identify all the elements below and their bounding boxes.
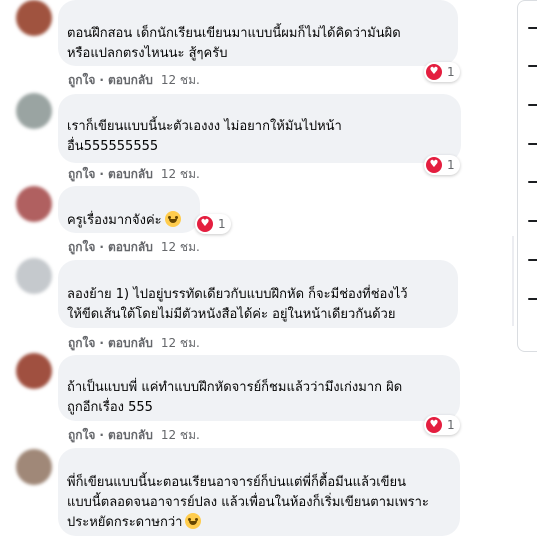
separator-dot: · xyxy=(99,167,104,181)
commenter-avatar[interactable] xyxy=(16,449,52,485)
heart-reaction-icon: ♥ xyxy=(197,216,213,232)
comment-text: ประหยัดกระดาษกว่า xyxy=(67,515,183,530)
reaction-count: 1 xyxy=(218,217,226,231)
separator-dot: · xyxy=(99,240,104,254)
reply-link[interactable]: ตอบกลับ xyxy=(108,426,153,445)
comment-feed: ตอนฝึกสอน เด็กนักเรียนเขียนมาแบบนี้ผมก็ไ… xyxy=(0,0,500,536)
reaction-count: 1 xyxy=(447,418,455,432)
like-link[interactable]: ถูกใจ xyxy=(68,165,95,184)
comment-time[interactable]: 12 ชม. xyxy=(161,71,200,90)
reply-link[interactable]: ตอบกลับ xyxy=(108,334,153,353)
comment-text-line: ประหยัดกระดาษกว่า xyxy=(67,513,202,533)
reaction-badge[interactable]: ♥ 1 xyxy=(195,214,231,234)
commenter-avatar[interactable] xyxy=(16,0,52,36)
comment-actions: ถูกใจ · ตอบกลับ 12 ชม. xyxy=(68,71,200,90)
laughing-face-emoji-icon xyxy=(185,513,202,529)
comment-time[interactable]: 12 ชม. xyxy=(161,334,200,353)
like-link[interactable]: ถูกใจ xyxy=(68,426,95,445)
side-panel xyxy=(517,0,537,352)
like-link[interactable]: ถูกใจ xyxy=(68,238,95,257)
reaction-badge[interactable]: ♥ 1 xyxy=(424,155,460,175)
like-link[interactable]: ถูกใจ xyxy=(68,334,95,353)
separator-dot: · xyxy=(99,336,104,350)
reaction-badge[interactable]: ♥ 1 xyxy=(424,415,460,435)
comment-text-line: ครูเรื่องมากจังค่ะ xyxy=(67,211,181,231)
comment-text-line: ตอนฝึกสอน เด็กนักเรียนเขียนมาแบบนี้ผมก็ไ… xyxy=(67,26,401,41)
comment-actions: ถูกใจ · ตอบกลับ 12 ชม. xyxy=(68,238,200,257)
reply-link[interactable]: ตอบกลับ xyxy=(108,238,153,257)
commenter-avatar[interactable] xyxy=(16,93,52,129)
comment-text: ครูเรื่องมากจังค่ะ xyxy=(67,213,162,228)
commenter-avatar[interactable] xyxy=(16,353,52,389)
comment-text-line: ถูกอีกเรื่อง 555 xyxy=(67,400,153,415)
comment-text-line: หรือแปลกตรงไหนนะ สู้ๆครับ xyxy=(67,46,228,61)
reaction-count: 1 xyxy=(447,158,455,172)
comment-actions: ถูกใจ · ตอบกลับ 12 ชม. xyxy=(68,426,200,445)
separator-dot: · xyxy=(99,73,104,87)
comment-actions: ถูกใจ · ตอบกลับ 12 ชม. xyxy=(68,334,200,353)
comment-time[interactable]: 12 ชม. xyxy=(161,238,200,257)
comment-text-line: ให้ขีดเส้นใต้โดยไม่มีตัวหนังสือได้ค่ะ อย… xyxy=(67,307,396,322)
comment-text-line: พี่ก็เขียนแบบนี้นะตอนเรียนอาจารย์ก็บ่นแต… xyxy=(67,475,407,490)
divider xyxy=(512,236,514,326)
comment-time[interactable]: 12 ชม. xyxy=(161,165,200,184)
like-link[interactable]: ถูกใจ xyxy=(68,71,95,90)
comment-time[interactable]: 12 ชม. xyxy=(161,426,200,445)
heart-reaction-icon: ♥ xyxy=(426,157,442,173)
heart-reaction-icon: ♥ xyxy=(426,417,442,433)
reaction-badge[interactable]: ♥ 1 xyxy=(424,62,460,82)
grinning-face-emoji-icon xyxy=(164,211,181,227)
commenter-avatar[interactable] xyxy=(16,258,52,294)
comment-text-line: เราก็เขียนแบบนี้นะตัวเองงง ไม่อยากให้มัน… xyxy=(67,119,342,134)
comment-text-line: ถ้าเป็นแบบพี่ แค่ทำแบบฝึกหัดจารย์ก็ชมแล้… xyxy=(67,380,403,395)
comment-actions: ถูกใจ · ตอบกลับ 12 ชม. xyxy=(68,165,200,184)
reply-link[interactable]: ตอบกลับ xyxy=(108,165,153,184)
comment-text-line: อื่น555555555 xyxy=(67,139,159,154)
separator-dot: · xyxy=(99,428,104,442)
comment-text-line: ลองย้าย 1) ไปอยู่บรรทัดเดียวกับแบบฝึกหัด… xyxy=(67,287,408,302)
heart-reaction-icon: ♥ xyxy=(426,64,442,80)
commenter-avatar[interactable] xyxy=(16,186,52,222)
reaction-count: 1 xyxy=(447,65,455,79)
comment-text-line: แบบนี้ตลอดจนอาจารย์ปลง แล้วเพื่อนในห้องก… xyxy=(67,495,429,510)
reply-link[interactable]: ตอบกลับ xyxy=(108,71,153,90)
